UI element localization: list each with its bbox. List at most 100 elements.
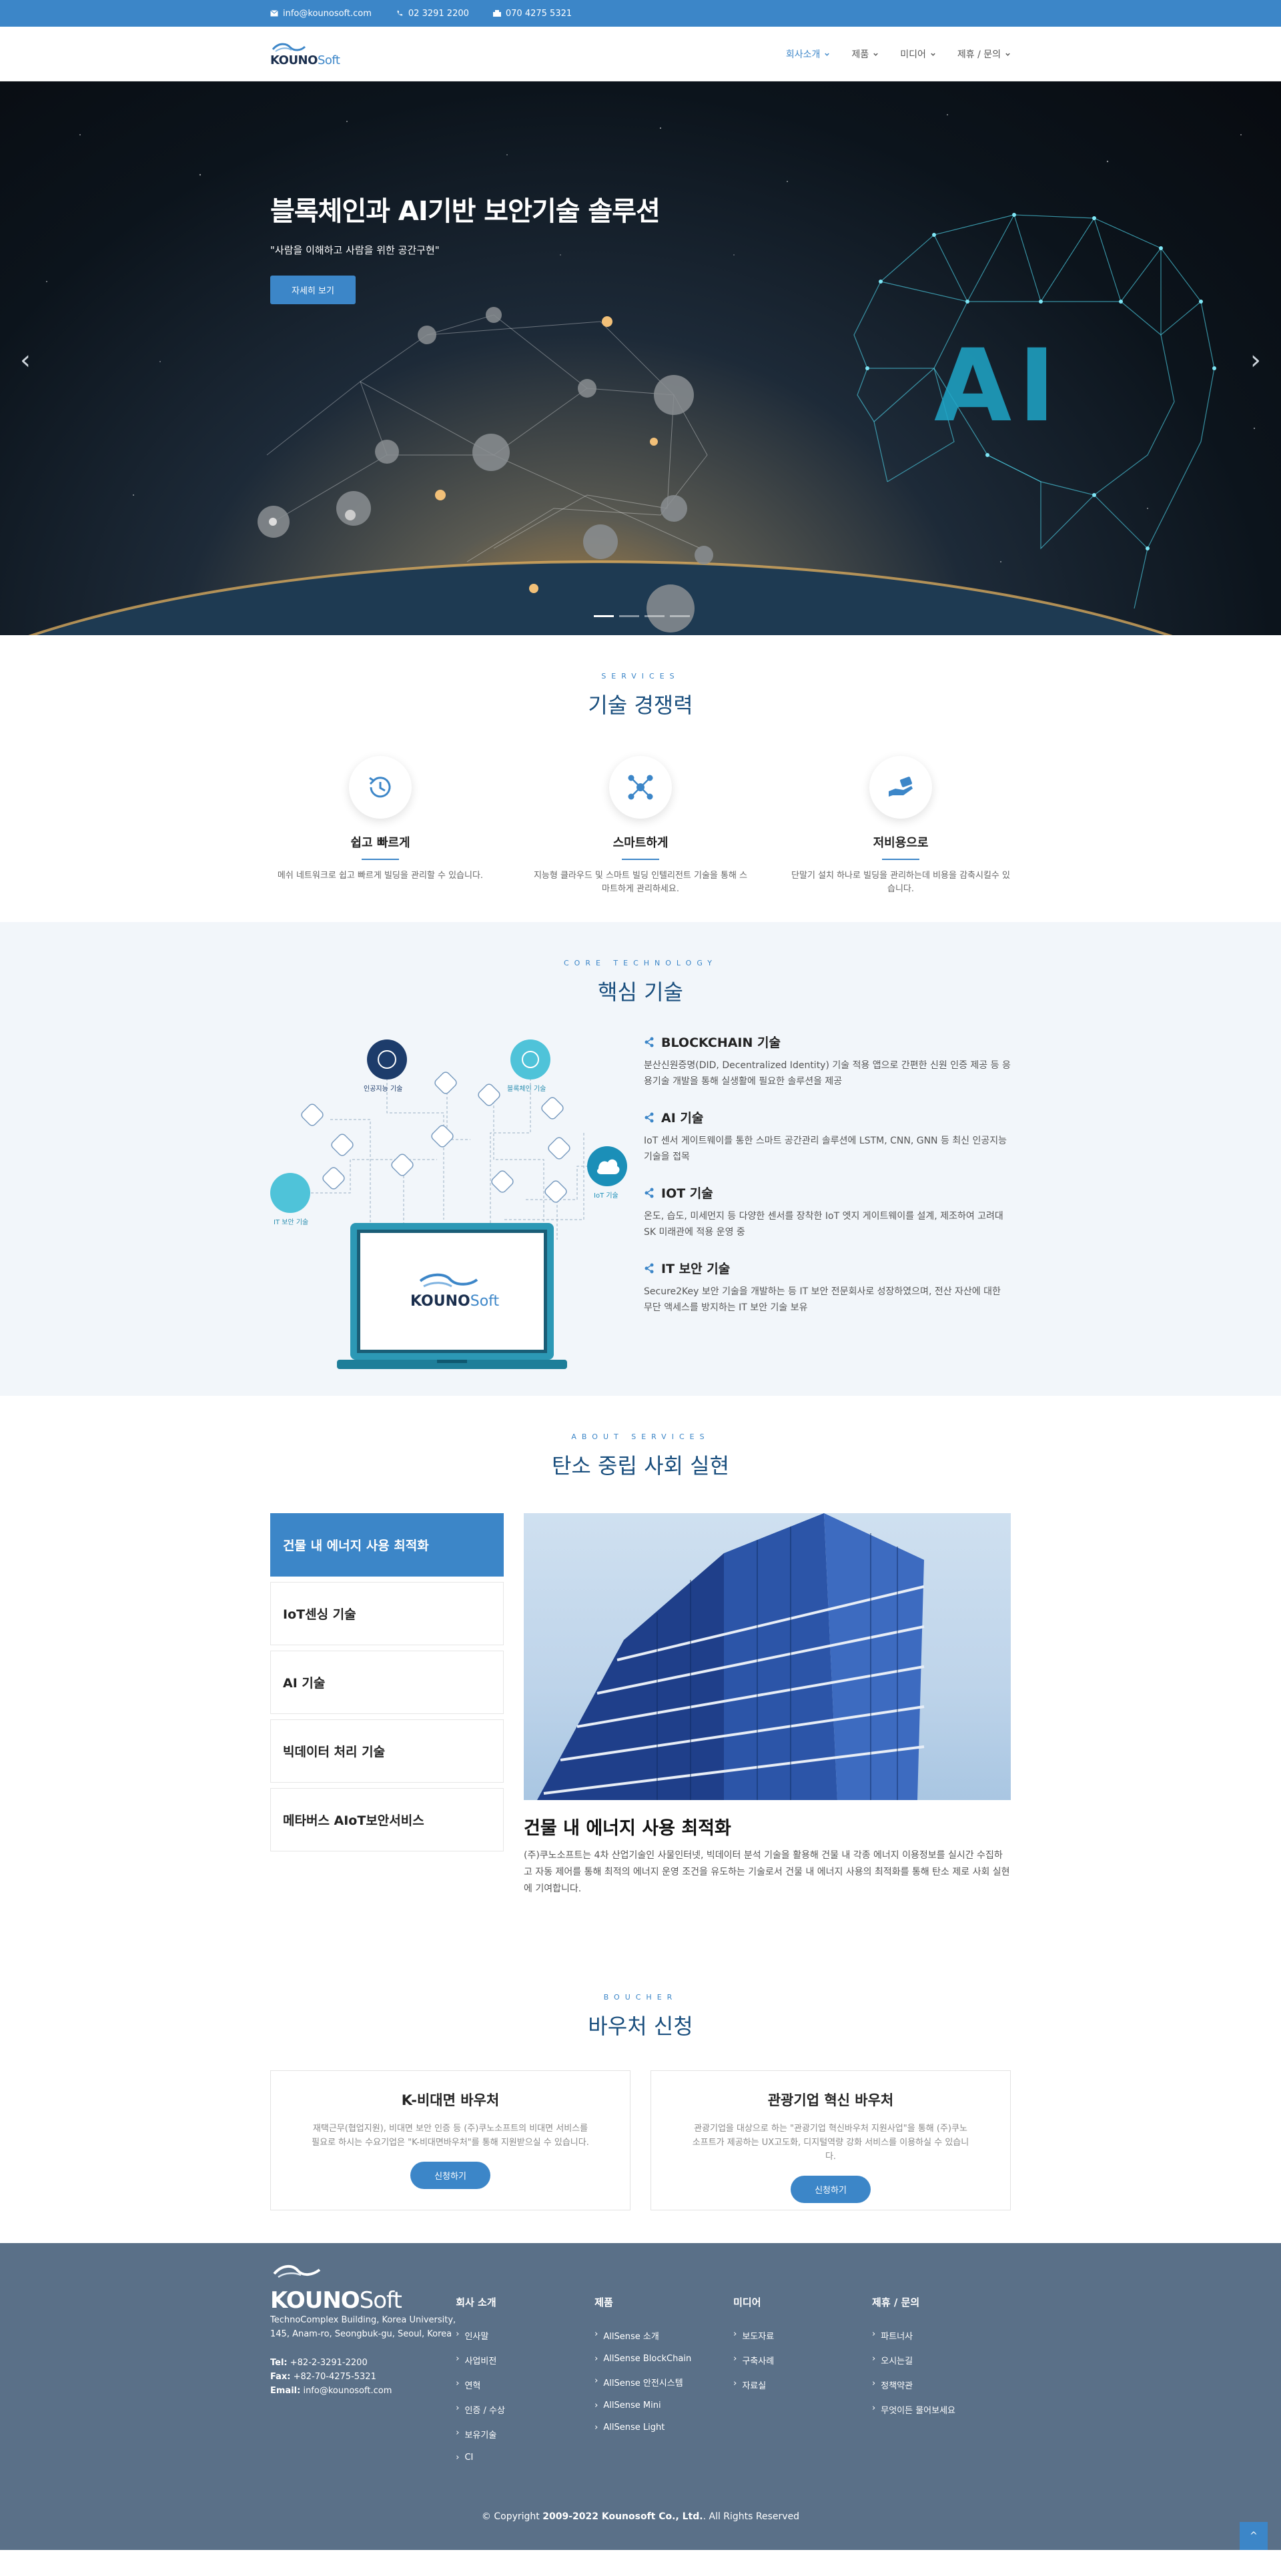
footer-link-label: AllSense 안전시스템 <box>603 2379 683 2389</box>
clock-history-icon <box>369 777 391 798</box>
footer-link[interactable]: › 구축사례 <box>733 2354 872 2367</box>
footer-link-label: 자료실 <box>742 2381 767 2391</box>
hero-title: 블록체인과 AI기반 보안기술 솔루션 <box>270 196 661 227</box>
footer-link[interactable]: › 무엇이든 물어보세요 <box>872 2403 1011 2416</box>
footer-fax: +82-70-4275-5321 <box>293 2372 376 2382</box>
footer-link[interactable]: › 자료실 <box>733 2379 872 2391</box>
topbar-phone[interactable]: 02 3291 2200 <box>396 9 469 19</box>
hero-slider: AI 블록체인과 AI기반 보안기술 솔루션 "사람을 이해하고 사람을 위한 … <box>0 81 1281 635</box>
footer-column-media: 미디어 › 보도자료 › 구축사례 › 자료실 <box>733 2263 872 2475</box>
footer-column-title: 제휴 / 문의 <box>872 2296 920 2308</box>
chevron-right-icon: › <box>456 2403 460 2413</box>
footer-link[interactable]: › 인증 / 수상 <box>456 2403 594 2416</box>
nav-media[interactable]: 미디어 <box>900 47 936 61</box>
share-icon <box>645 1263 654 1273</box>
wave-logo-icon <box>272 43 306 52</box>
footer-link[interactable]: › 보도자료 <box>733 2329 872 2342</box>
voucher-card: 관광기업 혁신 바우처 관광기업을 대상으로 하는 "관광기업 혁신바우처 지원… <box>651 2070 1011 2210</box>
footer-link[interactable]: › 정책약관 <box>872 2379 1011 2391</box>
about-content-desc: (주)쿠노소프트는 4차 산업기술인 사물인터넷, 빅데이터 분석 기술을 활용… <box>524 1850 1010 1894</box>
footer-column-company: 회사 소개 › 인사말 › 사업비전 › 연혁 › 인증 / 수상 › 보유기술 › CI <box>456 2263 594 2475</box>
chevron-right-icon: › <box>872 2329 876 2339</box>
about-tab-panel: 건물 내 에너지 사용 최적화 (주)쿠노소프트는 4차 산업기술인 사물인터넷… <box>524 1513 1011 1897</box>
footer-tel[interactable]: +82-2-3291-2200 <box>290 2358 368 2368</box>
topbar-email[interactable]: info@kounosoft.com <box>270 9 372 19</box>
chevron-right-icon: › <box>872 2403 876 2413</box>
about-tab-energy[interactable]: 건물 내 에너지 사용 최적화 <box>270 1513 504 1577</box>
footer-link[interactable]: › 파트너사 <box>872 2329 1011 2342</box>
slider-pagination <box>594 615 690 617</box>
footer-link[interactable]: › AllSense Light <box>594 2423 733 2433</box>
footer-logo-accent: Soft <box>359 2287 402 2314</box>
slider-prev-icon[interactable]: ‹ <box>20 345 31 376</box>
nav-company[interactable]: 회사소개 <box>786 47 831 61</box>
chevron-down-icon <box>825 53 830 56</box>
core-tech-title: IOT 기술 <box>661 1186 713 1201</box>
footer-link-label: AllSense Mini <box>603 2401 661 2411</box>
voucher-apply-button[interactable]: 신청하기 <box>410 2162 490 2189</box>
services-eyebrow: SERVICES <box>601 672 680 681</box>
chevron-down-icon <box>1005 53 1010 56</box>
slider-dot[interactable] <box>619 615 639 617</box>
footer-link[interactable]: › 연혁 <box>456 2379 594 2391</box>
about-tab-bigdata[interactable]: 빅데이터 처리 기술 <box>270 1719 504 1783</box>
footer-link-label: 무엇이든 물어보세요 <box>881 2406 956 2416</box>
copyright-suffix: . All Rights Reserved <box>703 2511 800 2522</box>
service-desc: 지능형 클라우드 및 스마트 빌딩 인텔리전트 기술을 통해 스마트하게 관리하… <box>533 871 748 894</box>
about-eyebrow: ABOUT SERVICES <box>571 1432 710 1441</box>
service-desc: 메쉬 네트워크로 쉽고 빠르게 빌딩을 관리할 수 있습니다. <box>277 871 484 881</box>
hero-more-button[interactable]: 자세히 보기 <box>270 276 356 304</box>
footer-link-label: AllSense 소개 <box>603 2332 659 2342</box>
footer-link[interactable]: › AllSense BlockChain <box>594 2354 733 2364</box>
footer-link-label: 보도자료 <box>742 2332 775 2342</box>
footer-link[interactable]: › 사업비전 <box>456 2354 594 2367</box>
slider-next-icon[interactable]: › <box>1250 345 1261 376</box>
share-icon <box>645 1188 654 1198</box>
service-title: 쉽고 빠르게 <box>350 836 410 850</box>
core-tech-title: IT 보안 기술 <box>661 1262 731 1276</box>
copyright-prefix: © Copyright <box>481 2511 540 2522</box>
network-hub-icon <box>628 775 653 800</box>
nav-products-label: 제품 <box>851 49 869 60</box>
footer-link[interactable]: › 인사말 <box>456 2329 594 2342</box>
footer-link[interactable]: › AllSense Mini <box>594 2401 733 2411</box>
main-nav: 회사소개 제품 미디어 제휴 / 문의 <box>786 47 1011 61</box>
slider-dot[interactable] <box>670 615 690 617</box>
chevron-right-icon: › <box>594 2376 598 2386</box>
footer-link[interactable]: › 보유기술 <box>456 2428 594 2441</box>
core-tech-desc: 분산신원증명(DID, Decentralized Identity) 기술 적… <box>644 1060 1011 1087</box>
site-logo[interactable]: KOUNOSoft <box>270 41 340 67</box>
hero-content: 블록체인과 AI기반 보안기술 솔루션 "사람을 이해하고 사람을 위한 공간구… <box>270 189 661 304</box>
about-content-title: 건물 내 에너지 사용 최적화 <box>524 1818 731 1839</box>
slider-dot[interactable] <box>594 615 614 617</box>
copyright: © Copyright 2009-2022 Kounosoft Co., Ltd… <box>0 2511 1281 2522</box>
chevron-right-icon: › <box>456 2379 460 2389</box>
topbar-mobile-text: 070 4275 5321 <box>505 8 572 19</box>
footer-link[interactable]: › CI <box>456 2453 594 2463</box>
nav-contact[interactable]: 제휴 / 문의 <box>957 47 1011 61</box>
nav-company-label: 회사소개 <box>785 49 821 60</box>
about-tab-ai[interactable]: AI 기술 <box>270 1651 504 1714</box>
footer-link[interactable]: › AllSense 소개 <box>594 2329 733 2342</box>
about-tab-iot[interactable]: IoT센싱 기술 <box>270 1582 504 1645</box>
slider-dot[interactable] <box>645 615 665 617</box>
scroll-to-top-button[interactable]: ^ <box>1240 2522 1268 2550</box>
tech-network-illustration <box>270 1039 627 1369</box>
footer-email[interactable]: info@kounosoft.com <box>303 2386 392 2396</box>
divider <box>882 859 919 860</box>
footer-link-label: 사업비전 <box>464 2356 497 2367</box>
footer-link[interactable]: › AllSense 안전시스템 <box>594 2376 733 2389</box>
footer-link-label: 정책약관 <box>881 2381 913 2391</box>
voucher-apply-button[interactable]: 신청하기 <box>791 2176 871 2203</box>
site-footer: KOUNOSoft TechnoComplex Building, Korea … <box>0 2243 1281 2550</box>
service-card: 스마트하게 지능형 클라우드 및 스마트 빌딩 인텔리전트 기술을 통해 스마트… <box>530 756 751 896</box>
hero-ai-label: AI <box>934 328 1062 444</box>
topbar-mobile[interactable]: 070 4275 5321 <box>492 8 572 19</box>
share-icon <box>645 1037 654 1047</box>
share-icon <box>645 1112 654 1122</box>
about-tab-metaverse[interactable]: 메타버스 AIoT보안서비스 <box>270 1788 504 1851</box>
nav-products[interactable]: 제품 <box>851 47 879 61</box>
service-desc: 단말기 설치 하나로 빌딩을 관리하는데 비용을 감축시킬수 있습니다. <box>791 871 1010 894</box>
footer-link-label: 파트너사 <box>881 2332 913 2342</box>
footer-link[interactable]: › 오시는길 <box>872 2354 1011 2367</box>
